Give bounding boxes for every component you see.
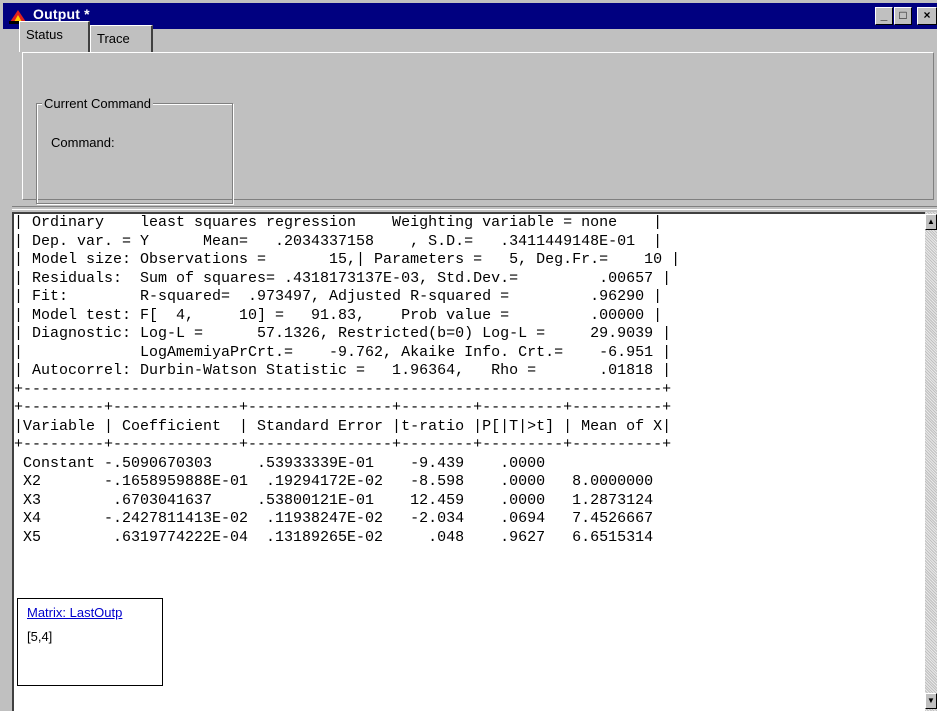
output-window: Output * _ □ × Status Trace Current Comm… — [0, 0, 937, 711]
vertical-scrollbar[interactable]: ▲ ▼ — [925, 212, 937, 711]
current-command-group — [36, 103, 233, 204]
output-line: +---------------------------------------… — [14, 380, 672, 398]
matrix-dimension: [5,4] — [27, 629, 53, 644]
output-line: |Variable | Coefficient | Standard Error… — [14, 417, 672, 435]
output-line: | Residuals: Sum of squares= .4318173137… — [14, 269, 672, 287]
scroll-up-arrow-icon[interactable]: ▲ — [925, 214, 937, 230]
splitter[interactable] — [12, 206, 937, 210]
close-button[interactable]: × — [917, 7, 937, 25]
output-line: +---------+--------------+--------------… — [14, 436, 672, 453]
maximize-button[interactable]: □ — [894, 7, 912, 25]
current-command-label: Current Command — [42, 96, 153, 111]
output-line: | Diagnostic: Log-L = 57.1326, Restricte… — [14, 325, 672, 342]
output-line: | Autocorrel: Durbin-Watson Statistic = … — [14, 362, 672, 379]
output-line: | Dep. var. = Y Mean= .2034337158 , S.D.… — [14, 232, 663, 250]
output-line: X5 .6319774222E-04 .13189265E-02 .048 .9… — [14, 528, 654, 546]
window-title: Output * — [33, 6, 90, 22]
output-line: | LogAmemiyaPrCrt.= -9.762, Akaike Info.… — [14, 343, 672, 361]
scroll-down-arrow-icon[interactable]: ▼ — [925, 693, 937, 709]
output-line: +---------+--------------+--------------… — [14, 399, 672, 416]
minimize-button[interactable]: _ — [875, 7, 893, 25]
regression-output: | Ordinary least squares regression Weig… — [14, 214, 680, 547]
output-line: | Ordinary least squares regression Weig… — [14, 214, 663, 231]
command-label: Command: — [51, 135, 115, 150]
output-line: X4 -.2427811413E-02 .11938247E-02 -2.034… — [14, 510, 654, 527]
output-line: | Fit: R-squared= .973497, Adjusted R-sq… — [14, 288, 663, 305]
matrix-result-box: Matrix: LastOutp [5,4] — [17, 598, 163, 686]
tab-status[interactable]: Status — [19, 21, 90, 52]
output-line: X3 .6703041637 .53800121E-01 12.459 .000… — [14, 491, 654, 509]
output-line: | Model test: F[ 4, 10] = 91.83, Prob va… — [14, 306, 663, 324]
tab-trace[interactable]: Trace — [90, 25, 153, 52]
output-line: X2 -.1658959888E-01 .19294172E-02 -8.598… — [14, 473, 654, 490]
matrix-lastoutp-link[interactable]: Matrix: LastOutp — [27, 605, 122, 620]
output-line: Constant -.5090670303 .53933339E-01 -9.4… — [14, 454, 546, 472]
output-line: | Model size: Observations = 15,| Parame… — [14, 251, 681, 268]
